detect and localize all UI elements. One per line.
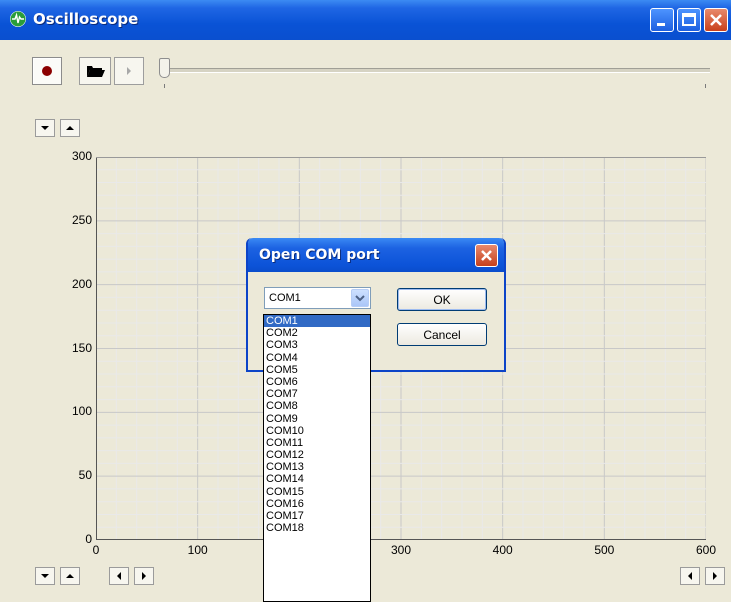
folder-open-icon [87, 66, 105, 77]
x-tick-label: 500 [594, 543, 615, 557]
x-scroll-left-button[interactable] [109, 567, 129, 585]
slider-tick [164, 84, 165, 88]
arrow-down-icon [41, 126, 49, 130]
com-port-option[interactable]: COM2 [264, 327, 370, 339]
arrow-right-icon [142, 572, 146, 580]
com-port-dropdown-list[interactable]: COM1 COM2 COM3 COM4 COM5 COM6 COM7 COM8 COM9 COM1… [263, 314, 371, 602]
arrow-up-icon [66, 574, 74, 578]
com-port-selected-value: COM1 [269, 292, 301, 304]
minimize-button[interactable] [650, 8, 674, 32]
scroll-down-button[interactable] [35, 567, 55, 585]
com-port-option[interactable]: COM10 [264, 425, 370, 437]
arrow-down-icon [41, 574, 49, 578]
com-port-option[interactable]: COM9 [264, 413, 370, 425]
com-port-option[interactable]: COM1 [264, 315, 370, 328]
com-port-option[interactable]: COM13 [264, 461, 370, 473]
x-range-right-button[interactable] [705, 567, 725, 585]
arrow-left-icon [117, 572, 121, 580]
com-port-option[interactable]: COM12 [264, 449, 370, 461]
x-tick-label: 600 [695, 543, 717, 557]
open-file-button[interactable] [79, 57, 111, 85]
com-port-select[interactable]: COM1 [264, 287, 371, 309]
chevron-down-icon [355, 295, 365, 302]
x-tick-label: 400 [492, 543, 513, 557]
scroll-up-button[interactable] [60, 567, 80, 585]
dialog-title-bar[interactable]: Open COM port [248, 238, 504, 272]
arrow-left-icon [688, 572, 692, 580]
position-slider-track[interactable] [164, 68, 710, 73]
close-icon [481, 250, 492, 261]
title-bar[interactable]: Oscilloscope [0, 0, 731, 40]
x-range-left-button[interactable] [680, 567, 700, 585]
record-icon [42, 66, 52, 76]
close-button[interactable] [704, 8, 728, 32]
record-button[interactable] [32, 57, 62, 85]
com-port-option[interactable]: COM6 [264, 376, 370, 388]
dialog-close-button[interactable] [475, 244, 498, 267]
y-scale-up-button[interactable] [60, 119, 80, 137]
com-port-option[interactable]: COM4 [264, 352, 370, 364]
ok-button[interactable]: OK [397, 288, 487, 311]
play-icon [127, 67, 131, 75]
com-port-option[interactable]: COM17 [264, 510, 370, 522]
y-tick-label: 150 [71, 340, 92, 355]
slider-tick [705, 84, 706, 88]
com-port-option[interactable]: COM3 [264, 339, 370, 351]
x-tick-label: 100 [187, 543, 208, 557]
position-slider-thumb[interactable] [159, 58, 170, 78]
dropdown-arrow-button[interactable] [351, 289, 369, 307]
com-port-option[interactable]: COM5 [264, 364, 370, 376]
y-tick-label: 250 [71, 212, 92, 227]
com-port-option[interactable]: COM16 [264, 498, 370, 510]
y-tick-label: 200 [71, 276, 92, 291]
com-port-option[interactable]: COM18 [264, 522, 370, 534]
y-tick-label: 300 [71, 149, 92, 163]
com-port-option[interactable]: COM7 [264, 388, 370, 400]
com-port-option[interactable]: COM11 [264, 437, 370, 449]
y-scale-down-button[interactable] [35, 119, 55, 137]
dialog-title: Open COM port [259, 247, 380, 263]
maximize-button[interactable] [677, 8, 701, 32]
com-port-option[interactable]: COM15 [264, 486, 370, 498]
cancel-button[interactable]: Cancel [397, 323, 487, 346]
arrow-up-icon [66, 126, 74, 130]
arrow-right-icon [713, 572, 717, 580]
oscilloscope-window: Oscilloscope 050100150200250300 01002003… [0, 0, 731, 602]
play-button[interactable] [114, 57, 144, 85]
com-port-option[interactable]: COM8 [264, 400, 370, 412]
com-port-option[interactable]: COM14 [264, 473, 370, 485]
x-tick-label: 0 [92, 543, 100, 557]
x-tick-label: 300 [390, 543, 412, 557]
y-tick-label: 50 [78, 468, 92, 483]
y-tick-label: 100 [71, 404, 92, 419]
waveform-icon [10, 11, 26, 27]
window-title: Oscilloscope [33, 10, 139, 28]
x-scroll-right-button[interactable] [134, 567, 154, 585]
